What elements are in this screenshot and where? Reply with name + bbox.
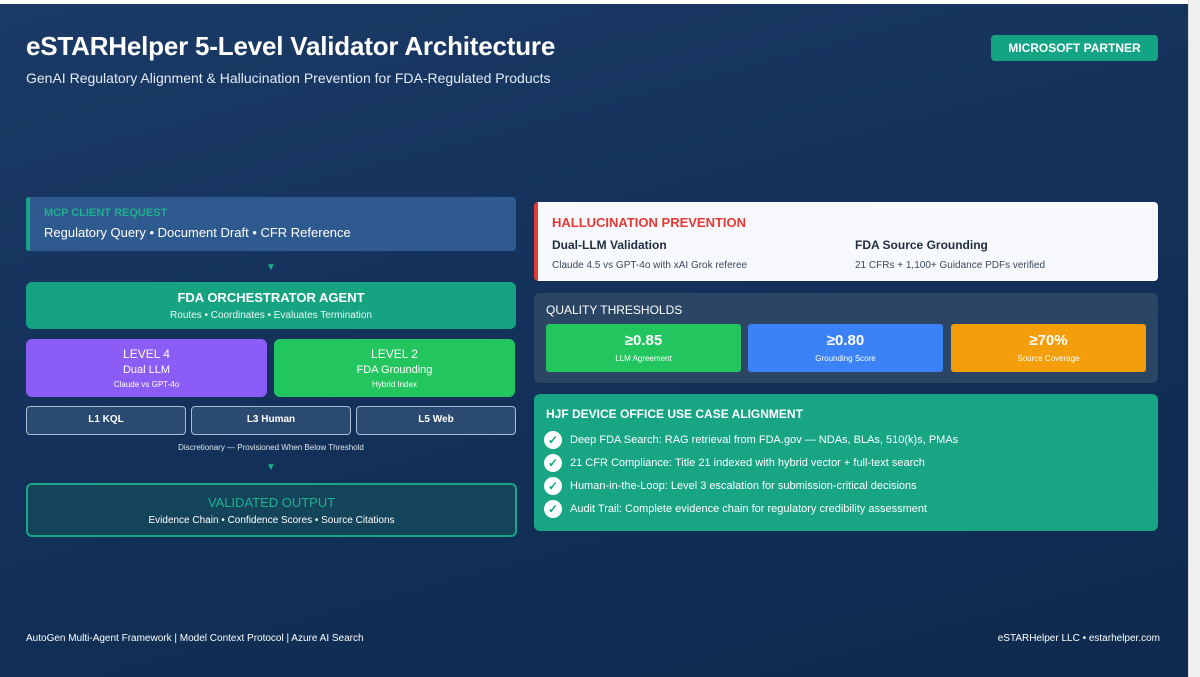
- list-item: ✓ Deep FDA Search: RAG retrieval from FD…: [544, 431, 958, 449]
- level-2-detail: Hybrid Index: [372, 380, 417, 389]
- llm-agreement-value: ≥0.85: [624, 332, 663, 349]
- level-3-human-box: L3 Human: [191, 406, 351, 435]
- dual-llm-validation-item: Dual-LLM Validation Claude 4.5 vs GPT-4o…: [552, 238, 747, 271]
- quality-thresholds-title: QUALITY THRESHOLDS: [546, 303, 683, 317]
- level-4-title: LEVEL 4: [123, 347, 170, 361]
- checkmark-icon: ✓: [544, 477, 562, 495]
- llm-agreement-label: LLM Agreement: [615, 354, 672, 363]
- hallucination-prevention-title: HALLUCINATION PREVENTION: [552, 215, 747, 230]
- level-1-kql-box: L1 KQL: [26, 406, 186, 435]
- fda-orchestrator-agent-box: FDA ORCHESTRATOR AGENT Routes • Coordina…: [26, 282, 516, 329]
- level-2-title: LEVEL 2: [371, 347, 418, 361]
- hjf-use-case-title: HJF DEVICE OFFICE USE CASE ALIGNMENT: [546, 407, 803, 421]
- list-item: ✓ Audit Trail: Complete evidence chain f…: [544, 500, 927, 518]
- slide-subtitle: GenAI Regulatory Alignment & Hallucinati…: [26, 70, 551, 86]
- orchestrator-title: FDA ORCHESTRATOR AGENT: [177, 290, 365, 305]
- mcp-client-request-box: MCP CLIENT REQUEST Regulatory Query • Do…: [26, 197, 516, 251]
- dual-llm-validation-text: Claude 4.5 vs GPT-4o with xAI Grok refer…: [552, 260, 748, 271]
- validated-output-title: VALIDATED OUTPUT: [207, 495, 336, 510]
- level-2-subtitle: FDA Grounding: [356, 364, 433, 376]
- level-4-dual-llm-box: LEVEL 4 Dual LLM Claude vs GPT-4o: [26, 339, 267, 397]
- checkmark-icon: ✓: [544, 500, 562, 518]
- orchestrator-subtitle: Routes • Coordinates • Evaluates Termina…: [170, 310, 372, 321]
- list-item: ✓ Human-in-the-Loop: Level 3 escalation …: [544, 477, 917, 495]
- llm-agreement-metric: ≥0.85 LLM Agreement: [546, 324, 741, 372]
- dual-llm-validation-heading: Dual-LLM Validation: [552, 238, 667, 252]
- fda-source-grounding-text: 21 CFRs + 1,100+ Guidance PDFs verified: [855, 260, 1046, 271]
- grounding-score-metric: ≥0.80 Grounding Score: [748, 324, 943, 372]
- fda-source-grounding-item: FDA Source Grounding 21 CFRs + 1,100+ Gu…: [855, 238, 1045, 271]
- checkmark-icon: ✓: [544, 454, 562, 472]
- level-5-web-box: L5 Web: [356, 406, 516, 435]
- grounding-score-value: ≥0.80: [826, 332, 865, 349]
- validated-output-box: VALIDATED OUTPUT Evidence Chain • Confid…: [26, 483, 517, 537]
- hjf-use-case-alignment-card: HJF DEVICE OFFICE USE CASE ALIGNMENT ✓ D…: [534, 394, 1158, 531]
- level-2-fda-grounding-box: LEVEL 2 FDA Grounding Hybrid Index: [274, 339, 515, 397]
- fda-source-grounding-heading: FDA Source Grounding: [855, 238, 988, 252]
- level-4-detail: Claude vs GPT-4o: [113, 380, 180, 389]
- slide-title: eSTARHelper 5-Level Validator Architectu…: [26, 31, 556, 61]
- source-coverage-value: ≥70%: [1029, 332, 1068, 349]
- down-arrow-icon: ▼: [266, 262, 276, 273]
- source-coverage-metric: ≥70% Source Coverage: [951, 324, 1146, 372]
- discretionary-note: Discretionary — Provisioned When Below T…: [178, 443, 364, 452]
- vertical-scrollbar[interactable]: [1188, 0, 1200, 677]
- checkmark-icon: ✓: [544, 431, 562, 449]
- list-item: ✓ 21 CFR Compliance: Title 21 indexed wi…: [544, 454, 925, 472]
- level-4-subtitle: Dual LLM: [122, 364, 171, 376]
- grounding-score-label: Grounding Score: [815, 354, 876, 363]
- list-item-text: Human-in-the-Loop: Level 3 escalation fo…: [570, 480, 917, 492]
- validated-output-subtitle: Evidence Chain • Confidence Scores • Sou…: [148, 515, 395, 526]
- list-item-text: Deep FDA Search: RAG retrieval from FDA.…: [570, 434, 959, 446]
- footer-company: eSTARHelper LLC • estarhelper.com: [997, 633, 1160, 644]
- mcp-client-request-text: Regulatory Query • Document Draft • CFR …: [44, 225, 351, 240]
- source-coverage-label: Source Coverage: [1017, 354, 1080, 363]
- quality-thresholds-card: QUALITY THRESHOLDS ≥0.85 LLM Agreement ≥…: [534, 293, 1158, 383]
- mcp-client-request-label: MCP CLIENT REQUEST: [44, 207, 168, 219]
- list-item-text: Audit Trail: Complete evidence chain for…: [570, 503, 928, 515]
- microsoft-partner-badge: MICROSOFT PARTNER: [991, 35, 1158, 61]
- footer-frameworks: AutoGen Multi-Agent Framework | Model Co…: [26, 633, 364, 644]
- list-item-text: 21 CFR Compliance: Title 21 indexed with…: [570, 457, 925, 469]
- hallucination-prevention-card: HALLUCINATION PREVENTION Dual-LLM Valida…: [534, 202, 1158, 281]
- down-arrow-icon: ▼: [266, 462, 276, 473]
- architecture-slide: eSTARHelper 5-Level Validator Architectu…: [0, 4, 1188, 677]
